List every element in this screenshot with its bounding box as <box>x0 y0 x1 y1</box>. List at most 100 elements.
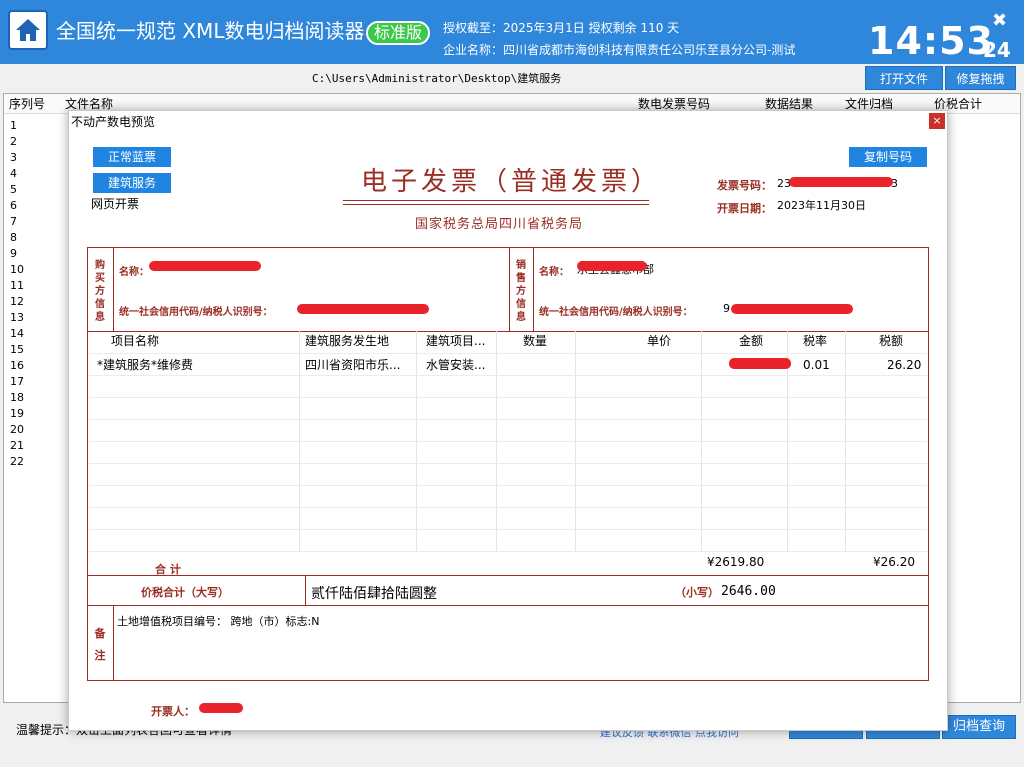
issuer-label: 开票人： <box>151 705 195 718</box>
grid-line <box>89 419 927 420</box>
redaction-mark <box>199 703 243 713</box>
total-amount: ¥2619.80 <box>707 555 765 569</box>
remarks-text: 土地增值税项目编号： 跨地（市）标志:N <box>117 615 320 628</box>
column-header: 序列号 <box>9 97 46 111</box>
column-header: 文件归档 <box>845 97 894 111</box>
divider <box>305 575 306 605</box>
col-unit-price: 单价 <box>647 334 672 348</box>
column-header: 数据结果 <box>765 97 814 111</box>
archive-query-button[interactable]: 归档查询 <box>942 715 1016 739</box>
row-number: 17 <box>10 375 24 388</box>
divider <box>87 605 929 606</box>
row-number: 9 <box>10 247 17 260</box>
seller-name-label: 名称： <box>539 267 569 278</box>
col-project: 建筑项目... <box>426 334 486 348</box>
invoice-number-label: 发票号码： <box>717 179 772 192</box>
app-title: 全国统一规范 XML数电归档阅读器 <box>56 19 365 43</box>
row-number: 16 <box>10 359 24 372</box>
column-header: 数电发票号码 <box>638 97 711 111</box>
sum-label: 价税合计（大写） <box>141 586 229 599</box>
column-header: 价税合计 <box>934 97 983 111</box>
row-number: 8 <box>10 231 17 244</box>
clock-hours-minutes: 14:53 <box>868 19 994 63</box>
normal-blue-invoice-button[interactable]: 正常蓝票 <box>93 147 171 167</box>
divider <box>113 605 114 681</box>
seller-taxid-prefix: 9 <box>723 302 730 315</box>
copy-number-button[interactable]: 复制号码 <box>849 147 927 167</box>
row-number: 4 <box>10 167 17 180</box>
construction-service-button[interactable]: 建筑服务 <box>93 173 171 193</box>
sum-uppercase: 贰仟陆佰肆拾陆圆整 <box>311 586 437 602</box>
grid-line <box>89 441 927 442</box>
app-header: 全国统一规范 XML数电归档阅读器 标准版 授权截至：2025年3月1日 授权剩… <box>0 0 1024 64</box>
title-underline <box>343 204 649 205</box>
seller-side-label: 销售方信息 <box>516 260 526 323</box>
row-number: 2 <box>10 135 17 148</box>
row-number: 7 <box>10 215 17 228</box>
divider <box>87 331 929 332</box>
title-underline <box>343 200 649 201</box>
repair-drag-button[interactable]: 修复拖拽 <box>945 66 1016 90</box>
remarks-label: 备注 <box>94 627 106 662</box>
buyer-side-label: 购买方信息 <box>95 260 105 323</box>
company-name: 企业名称：四川省成都市海创科技有限责任公司乐至县分公司-测试 <box>443 43 796 57</box>
redaction-mark <box>729 358 791 369</box>
sum-small-label: （小写） <box>675 586 719 599</box>
close-icon[interactable]: ✖ <box>992 12 1007 30</box>
web-invoice-label: 网页开票 <box>91 197 140 211</box>
sum-lowercase: 2646.00 <box>721 584 776 599</box>
divider <box>509 247 510 331</box>
grid-line <box>89 507 927 508</box>
home-icon[interactable] <box>8 10 48 50</box>
redaction-mark <box>789 177 893 187</box>
divider <box>533 247 534 331</box>
buyer-name-label: 名称： <box>119 267 149 278</box>
clock-seconds: 24 <box>983 38 1011 62</box>
item-location: 四川省资阳市乐... <box>305 358 401 372</box>
col-item-name: 项目名称 <box>111 334 160 348</box>
row-number: 3 <box>10 151 17 164</box>
row-number: 1 <box>10 119 17 132</box>
redaction-mark <box>297 304 429 314</box>
grid-line <box>89 463 927 464</box>
row-number: 11 <box>10 279 24 292</box>
grid-line <box>89 485 927 486</box>
current-path: C:\Users\Administrator\Desktop\建筑服务 <box>312 72 562 85</box>
row-number: 18 <box>10 391 24 404</box>
edition-badge: 标准版 <box>366 21 431 45</box>
buyer-taxid-label: 统一社会信用代码/纳税人识别号： <box>119 307 273 318</box>
grid-line <box>89 397 927 398</box>
invoice-preview-dialog: 不动产数电预览 × 正常蓝票 建筑服务 网页开票 复制号码 电子发票（普通发票）… <box>68 110 948 731</box>
issue-date-label: 开票日期： <box>717 202 772 215</box>
row-number: 5 <box>10 183 17 196</box>
row-number: 19 <box>10 407 24 420</box>
item-name: *建筑服务*维修费 <box>97 358 194 372</box>
license-info: 授权截至：2025年3月1日 授权剩余 110 天 <box>443 21 680 35</box>
row-number: 14 <box>10 327 24 340</box>
row-number: 22 <box>10 455 24 468</box>
divider <box>113 247 114 331</box>
tax-bureau: 国家税务总局四川省税务局 <box>415 217 584 232</box>
item-tax-rate: 0.01 <box>803 358 830 372</box>
dialog-title: 不动产数电预览 <box>71 115 156 129</box>
row-number: 15 <box>10 343 24 356</box>
grid-line <box>89 353 927 354</box>
row-number: 21 <box>10 439 24 452</box>
redaction-mark <box>149 261 261 271</box>
row-number: 12 <box>10 295 24 308</box>
grid-line <box>89 375 927 376</box>
column-header: 文件名称 <box>65 97 114 111</box>
invoice-number-suffix: 3 <box>891 177 898 190</box>
issue-date: 2023年11月30日 <box>777 199 866 212</box>
grid-line <box>89 529 927 530</box>
redaction-mark <box>577 261 647 271</box>
item-project: 水管安装... <box>426 358 486 372</box>
col-amount: 金额 <box>739 334 764 348</box>
item-tax: 26.20 <box>887 358 922 372</box>
total-tax: ¥26.20 <box>873 555 915 569</box>
row-number: 6 <box>10 199 17 212</box>
close-icon[interactable]: × <box>929 113 945 129</box>
invoice-title: 电子发票（普通发票） <box>361 167 662 197</box>
open-file-button[interactable]: 打开文件 <box>865 66 943 90</box>
grid-line <box>89 551 927 552</box>
